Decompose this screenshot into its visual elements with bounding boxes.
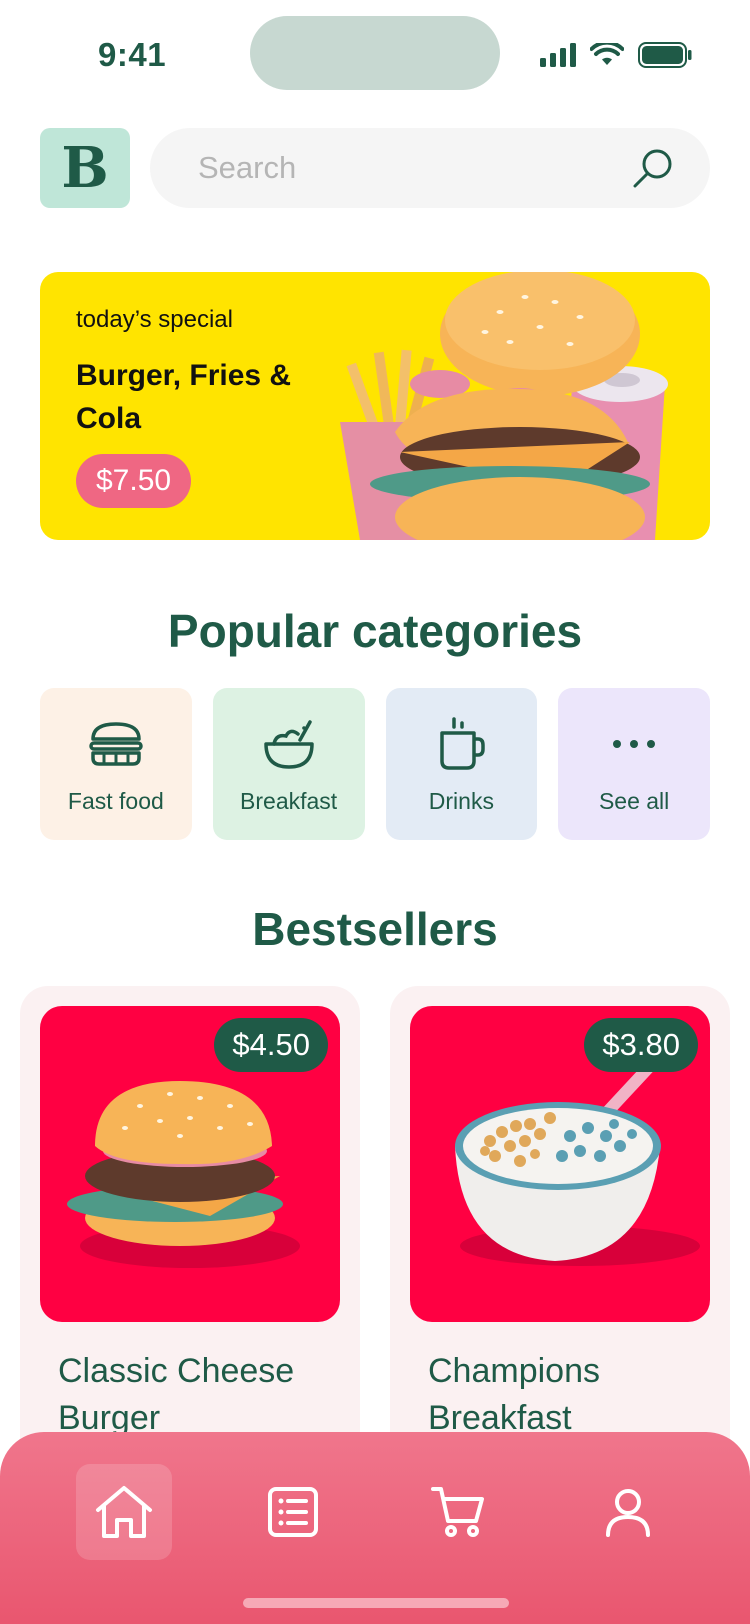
category-drinks[interactable]: Drinks xyxy=(385,688,538,840)
battery-icon xyxy=(638,42,692,68)
category-breakfast[interactable]: Breakfast xyxy=(212,688,365,840)
product-card-champions-breakfast[interactable]: $3.80 Champions Breakfast xyxy=(390,986,730,1486)
home-indicator xyxy=(243,1598,509,1608)
burger-fries-cola-illustration xyxy=(340,272,668,540)
special-eyebrow: today’s special xyxy=(76,306,233,333)
app-logo[interactable]: B xyxy=(40,128,130,208)
category-label: Drinks xyxy=(428,788,494,814)
dynamic-island xyxy=(250,16,500,90)
categories-list: Fast food Breakfast Drinks See all xyxy=(40,688,710,840)
bestsellers-heading: Bestsellers xyxy=(252,903,498,955)
search-icon[interactable] xyxy=(632,147,674,189)
status-time: 9:41 xyxy=(98,36,167,73)
search-bar[interactable] xyxy=(150,128,710,208)
price-badge: $4.50 xyxy=(214,1018,328,1072)
special-offer-banner[interactable]: today’s special Burger, Fries & Cola $7.… xyxy=(40,272,710,540)
bowl-icon xyxy=(263,720,314,769)
nav-menu[interactable] xyxy=(245,1464,341,1560)
menu-list-icon xyxy=(268,1487,318,1537)
nav-cart[interactable] xyxy=(410,1464,506,1560)
cart-icon xyxy=(431,1487,484,1537)
category-label: Breakfast xyxy=(240,788,338,814)
product-name: Champions Breakfast xyxy=(428,1352,600,1437)
signal-icon xyxy=(540,43,576,67)
logo-letter: B xyxy=(61,135,109,201)
mug-icon xyxy=(440,717,486,770)
special-title: Burger, Fries & Cola xyxy=(76,359,292,435)
bottom-navigation xyxy=(0,1432,750,1624)
wifi-icon xyxy=(590,43,624,65)
status-bar: 9:41 xyxy=(0,0,750,110)
product-name: Classic Cheese Burger xyxy=(58,1352,295,1437)
price-badge: $3.80 xyxy=(584,1018,698,1072)
nav-profile[interactable] xyxy=(580,1464,676,1560)
category-label: See all xyxy=(598,788,670,814)
home-icon xyxy=(96,1486,152,1538)
product-image: $4.50 xyxy=(40,1006,340,1322)
categories-heading: Popular categories xyxy=(167,605,583,657)
status-icons xyxy=(540,42,692,68)
more-dots-icon xyxy=(613,740,656,748)
burger-icon xyxy=(89,722,143,766)
category-label: Fast food xyxy=(67,788,164,814)
nav-home[interactable] xyxy=(76,1464,172,1560)
product-image: $3.80 xyxy=(410,1006,710,1322)
special-price-badge: $7.50 xyxy=(76,454,192,508)
category-fast-food[interactable]: Fast food xyxy=(40,688,192,840)
category-see-all[interactable]: See all xyxy=(558,688,710,840)
search-input[interactable] xyxy=(198,150,632,186)
profile-icon xyxy=(606,1489,650,1537)
product-card-cheese-burger[interactable]: $4.50 Classic Cheese Burger xyxy=(20,986,360,1486)
